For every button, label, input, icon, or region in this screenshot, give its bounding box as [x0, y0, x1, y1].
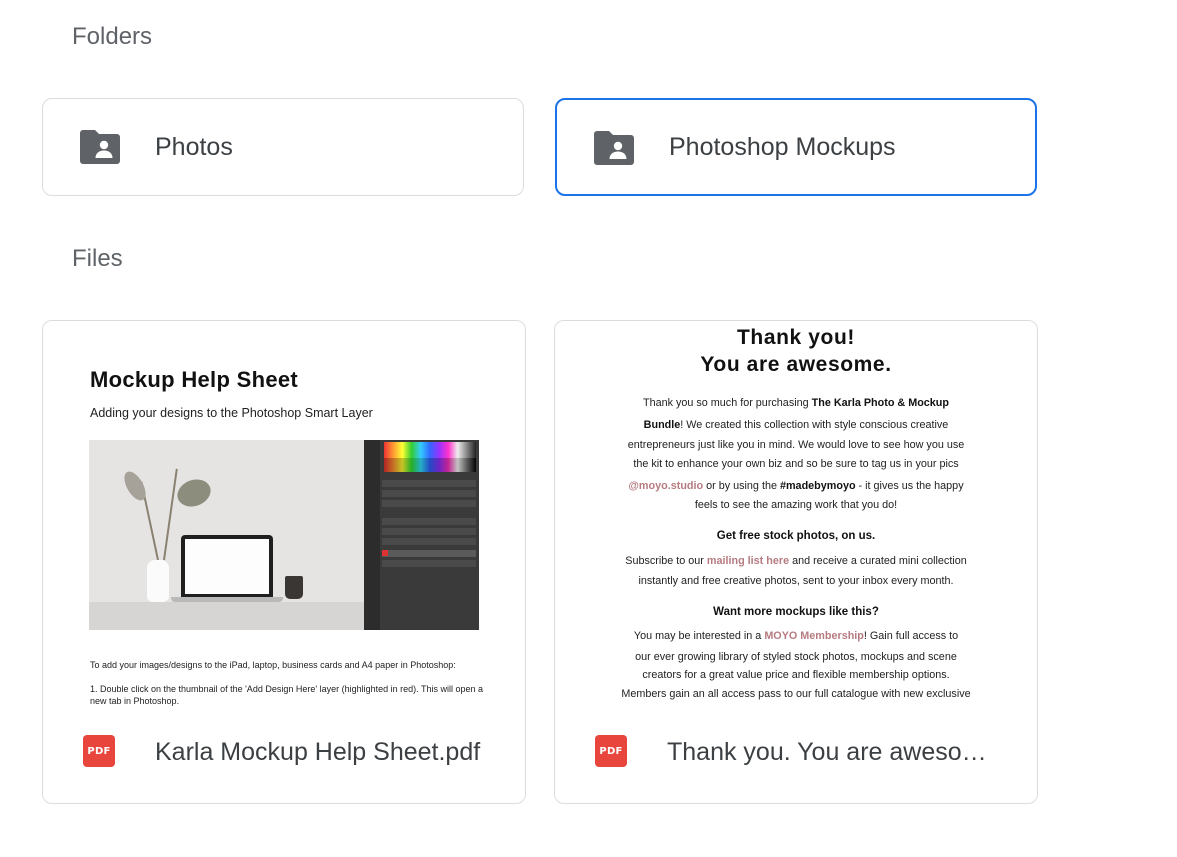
- preview-body-line: Bundle! We created this collection with …: [643, 419, 949, 431]
- folder-name: Photoshop Mockups: [669, 132, 896, 161]
- preview-heading: Get free stock photos, on us.: [716, 530, 876, 542]
- file-card-thank-you[interactable]: Thank you! You are awesome. Thank you so…: [554, 320, 1038, 804]
- preview-body-line: feels to see the amazing work that you d…: [694, 499, 898, 511]
- preview-photo: [89, 440, 479, 630]
- folder-card-photos[interactable]: Photos: [42, 98, 524, 196]
- folder-name: Photos: [155, 132, 233, 161]
- preview-title: You are awesome.: [700, 353, 892, 376]
- file-card-karla-mockup-help-sheet[interactable]: Mockup Help Sheet Adding your designs to…: [42, 320, 526, 804]
- preview-body-line: creators for a great value price and fle…: [642, 669, 950, 681]
- folder-card-photoshop-mockups[interactable]: Photoshop Mockups: [555, 98, 1037, 196]
- file-footer: PDF Karla Mockup Help Sheet.pdf: [43, 717, 525, 803]
- file-name: Thank you. You are aweso…: [667, 738, 987, 766]
- preview-body-line: @moyo.studio or by using the #madebymoyo…: [628, 480, 964, 492]
- preview-body-line: You may be interested in a MOYO Membersh…: [633, 630, 959, 642]
- preview-body-line: instantly and free creative photos, sent…: [638, 575, 954, 587]
- preview-body-text: 1. Double click on the thumbnail of the …: [90, 684, 483, 706]
- preview-body-text: To add your images/designs to the iPad, …: [90, 660, 456, 670]
- file-thumbnail: Thank you! You are awesome. Thank you so…: [555, 321, 1037, 717]
- preview-body-line: Subscribe to our mailing list here and r…: [625, 555, 967, 567]
- preview-body-line: our ever growing library of styled stock…: [635, 651, 957, 663]
- file-footer: PDF Thank you. You are aweso…: [555, 717, 1037, 803]
- file-thumbnail: Mockup Help Sheet Adding your designs to…: [43, 321, 525, 717]
- pdf-icon: PDF: [83, 735, 115, 767]
- preview-body-line: Members gain an all access pass to our f…: [621, 688, 971, 700]
- preview-title: Thank you!: [736, 326, 855, 349]
- preview-body-line: entrepreneurs just like you in mind. We …: [627, 439, 965, 451]
- folders-section-label: Folders: [72, 23, 153, 50]
- preview-title: Mockup Help Sheet: [90, 367, 299, 392]
- shared-folder-icon: [80, 130, 120, 164]
- file-name: Karla Mockup Help Sheet.pdf: [155, 738, 481, 766]
- files-section-label: Files: [72, 245, 123, 272]
- shared-folder-icon: [594, 131, 634, 165]
- preview-subtitle: Adding your designs to the Photoshop Sma…: [90, 406, 373, 420]
- preview-body-line: the kit to enhance your own biz and so b…: [633, 458, 959, 470]
- pdf-icon: PDF: [595, 735, 627, 767]
- preview-heading: Want more mockups like this?: [713, 606, 879, 618]
- preview-body-line: Thank you so much for purchasing The Kar…: [642, 397, 949, 409]
